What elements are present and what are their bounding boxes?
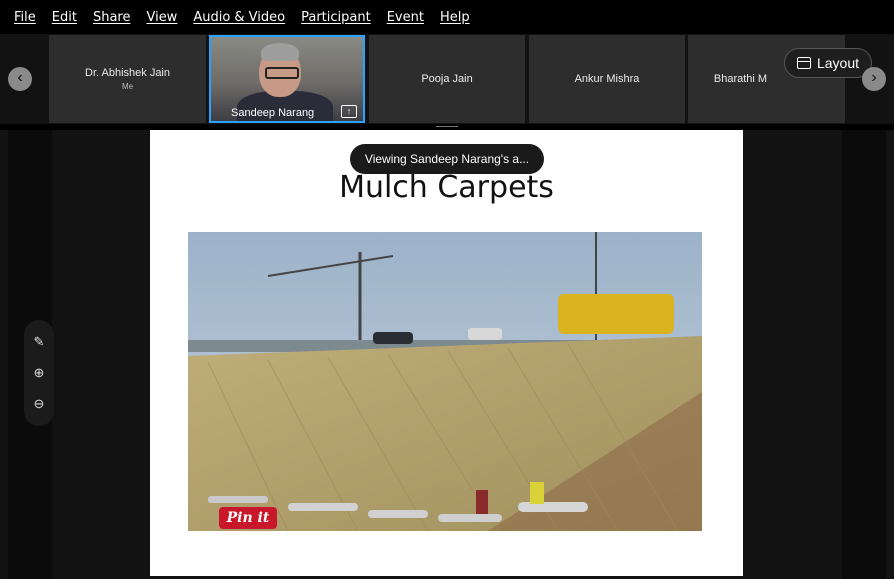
layout-button[interactable]: Layout [784,48,872,78]
menu-event[interactable]: Event [387,10,424,25]
person-glasses [265,67,299,79]
chevron-left-icon[interactable]: ‹ [8,67,32,91]
slide-title: Mulch Carpets [339,170,554,205]
menu-view[interactable]: View [146,10,177,25]
zoom-out-icon[interactable]: ⊖ [29,394,49,414]
menu-participant[interactable]: Participant [301,10,371,25]
pin-it-button[interactable]: Pin it [219,507,277,529]
annotate-pen-icon[interactable]: ✎ [29,332,49,352]
chevron-right-icon[interactable]: › [862,67,886,91]
menu-audio-video[interactable]: Audio & Video [193,10,285,25]
menu-help[interactable]: Help [440,10,470,25]
slide-photo [188,232,702,531]
participant-name: Ankur Mishra [574,73,640,85]
menu-file[interactable]: File [14,10,36,25]
annotation-toolbar: ✎ ⊕ ⊖ [24,320,54,426]
participant-name: Sandeep Narang [231,107,315,119]
right-margin [842,130,886,579]
person-hair [261,43,299,61]
participant-name: Dr. Abhishek Jain [85,67,170,79]
viewing-toast: Viewing Sandeep Narang's a... [350,144,544,174]
layout-icon [796,57,811,69]
zoom-in-icon[interactable]: ⊕ [29,363,49,383]
menu-bar: File Edit Share View Audio & Video Parti… [0,0,894,34]
participant-tile-sandeep[interactable]: Sandeep Narang ↑ [209,35,365,123]
participant-self-label: Me [121,82,134,91]
layout-button-label: Layout [816,55,860,71]
slope-photo-image [188,232,702,531]
participant-tile-ankur[interactable]: Ankur Mishra [529,35,685,123]
participant-name: Pooja Jain [421,73,473,85]
participant-tile-pooja[interactable]: Pooja Jain [369,35,525,123]
participant-tile-abhishek[interactable]: Dr. Abhishek Jain Me [49,35,206,123]
share-screen-icon: ↑ [341,105,357,118]
participant-name: Bharathi M [713,73,768,85]
menu-share[interactable]: Share [93,10,131,25]
menu-edit[interactable]: Edit [52,10,77,25]
